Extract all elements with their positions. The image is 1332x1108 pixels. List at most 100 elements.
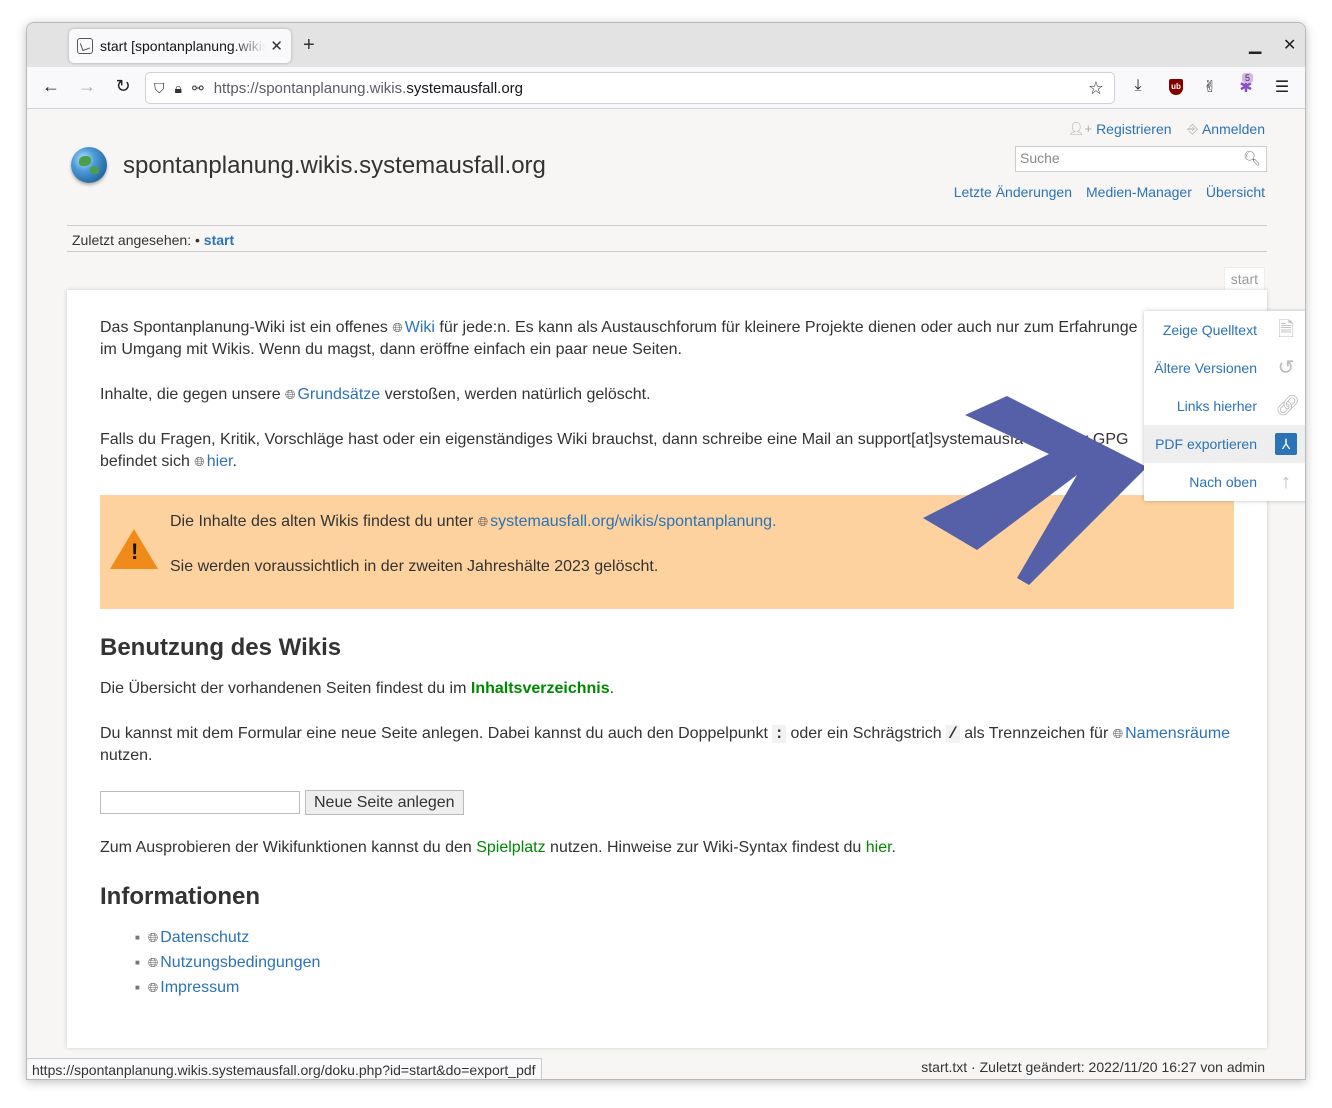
export-pdf-button[interactable]: PDF exportieren ⅄ [1144,425,1305,463]
browser-tab[interactable]: start [spontanplanung.wikis.systemausfal… [69,29,291,63]
login-icon: ⎆ [1187,121,1198,136]
lock-icon[interactable]: 🔒︎ [175,80,182,97]
divider [67,225,1267,226]
intro-paragraph: Das Spontanplanung-Wiki ist ein offenes … [100,317,1138,361]
index-link[interactable]: Inhaltsverzeichnis [471,680,610,697]
text: . [232,453,237,470]
principles-link[interactable]: Grundsätze [297,386,380,403]
globe-icon: 🌐︎ [147,980,159,995]
tab-title: start [spontanplanung.wikis.systemausfal… [100,38,266,54]
new-page-button[interactable]: Neue Seite anlegen [305,790,464,815]
globe-icon: 🌐︎ [147,955,159,970]
close-tab-icon[interactable]: ✕ [270,37,283,55]
text: Falls du Fragen, Kritik, Vorschläge hast… [100,431,1024,448]
text: oder ein Schrägstrich [790,725,942,742]
globe-icon: 🌐︎ [194,454,205,469]
new-page-input[interactable] [100,791,300,814]
page-tool-label: Ältere Versionen [1154,360,1257,376]
show-source-button[interactable]: Zeige Quelltext 🗎︎ [1144,311,1305,349]
list-item: 🌐︎Datenschutz [135,926,320,951]
breadcrumb-item-start[interactable]: start [204,232,234,248]
arrow-up-icon: ↑ [1281,471,1291,493]
minimize-icon[interactable]: ▁ [1249,35,1261,55]
old-revisions-button[interactable]: Ältere Versionen ↺ [1144,349,1305,387]
forward-icon[interactable]: → [75,76,99,97]
old-wiki-link[interactable]: systemausfall.org/wikis/spontanplanung. [490,513,776,530]
user-tools: 👤︎+ Registrieren ⎆ Anmelden [1068,121,1265,137]
browser-window: start [spontanplanung.wikis.systemausfal… [26,22,1306,1080]
search-placeholder: Suche [1020,150,1060,166]
download-icon[interactable]: ⤓ [1127,77,1149,95]
permissions-icon[interactable]: ⚯ [192,80,204,97]
text: nutzen. Hinweise zur Wiki-Syntax findest… [550,839,862,856]
privacy-link[interactable]: Datenschutz [160,929,249,946]
wiki-page: spontanplanung.wikis.systemausfall.org 👤… [27,110,1305,1079]
recent-changes-link[interactable]: Letzte Änderungen [954,184,1072,200]
reload-icon[interactable]: ↻ [111,76,135,97]
wiki-logo[interactable] [71,147,107,183]
text: befindet sich [100,453,190,470]
extension-icon[interactable]: ✌ [1199,77,1221,97]
tab-bar: start [spontanplanung.wikis.systemausfal… [27,23,1305,67]
syntax-link[interactable]: hier [866,839,892,856]
close-window-icon[interactable]: ✕ [1283,35,1296,55]
breadcrumb: Zuletzt angesehen: • start [72,232,234,248]
info-list: 🌐︎Datenschutz 🌐︎Nutzungsbedingungen 🌐︎Im… [135,926,321,1001]
backlinks-button[interactable]: Links hierher 🔗︎ [1144,387,1305,425]
page-tool-label: PDF exportieren [1155,436,1257,452]
site-title[interactable]: spontanplanung.wikis.systemausfall.org [123,152,546,180]
site-tools: Letzte Änderungen Medien-Manager Übersic… [954,184,1265,200]
namespaces-link[interactable]: Namensräume [1125,725,1230,742]
code-colon: : [772,725,787,743]
text: Das Spontanplanung-Wiki ist ein offenes [100,319,388,336]
page-tool-label: Zeige Quelltext [1162,322,1257,338]
page-tools: Zeige Quelltext 🗎︎ Ältere Versionen ↺ Li… [1144,311,1305,501]
register-link[interactable]: 👤︎+ Registrieren [1068,121,1172,137]
usage-paragraph-3: Zum Ausprobieren der Wikifunktionen kann… [100,837,896,859]
text: für jede:n. Es kann als Austauschforum f… [439,319,1138,336]
text: Die Inhalte des alten Wikis findest du u… [170,513,474,530]
heading-info: Informationen [100,883,260,910]
extension-badge: 5 [1242,73,1254,83]
playground-link[interactable]: Spielplatz [476,839,545,856]
usage-paragraph-2: Du kannst mit dem Formular eine neue Sei… [100,723,1230,767]
url-bar[interactable]: ⛉ 🔒︎ ⚯ https://spontanplanung.wikis. syst… [145,72,1115,104]
note-line-2: Sie werden voraussichtlich in der zweite… [170,558,659,575]
annotation-arrow-icon [923,396,1147,585]
sitemap-link[interactable]: Übersicht [1206,184,1265,200]
login-link[interactable]: ⎆ Anmelden [1188,121,1265,137]
heading-usage: Benutzung des Wikis [100,634,342,661]
divider [67,251,1267,252]
back-icon[interactable]: ← [39,76,63,97]
gpg-link[interactable]: hier [207,453,233,470]
back-to-top-button[interactable]: Nach oben ↑ [1144,463,1305,501]
media-manager-link[interactable]: Medien-Manager [1086,184,1192,200]
register-label: Registrieren [1096,121,1172,137]
history-icon: ↺ [1277,357,1295,379]
wiki-link[interactable]: Wiki [405,319,435,336]
imprint-link[interactable]: Impressum [160,979,239,996]
terms-link[interactable]: Nutzungsbedingungen [160,954,320,971]
text: im Umgang mit Wikis. Wenn du magst, dann… [100,341,682,358]
bookmark-star-icon[interactable]: ☆ [1088,78,1104,99]
search-icon[interactable]: 🔍︎ [1243,150,1261,167]
text: Inhalte, die gegen unsere [100,386,281,403]
warning-mark: ! [131,539,139,564]
globe-icon: 🌐︎ [392,320,403,335]
globe-icon: 🌐︎ [477,514,489,529]
search-input[interactable]: Suche 🔍︎ [1015,146,1267,172]
link-icon: 🔗︎ [1275,395,1301,417]
ublock-icon[interactable]: ub [1169,79,1183,95]
text: Zum Ausprobieren der Wikifunktionen kann… [100,839,472,856]
rules-paragraph: Inhalte, die gegen unsere 🌐︎ Grundsätze v… [100,384,651,406]
breadcrumb-separator: • [194,232,200,248]
globe-icon: 🌐︎ [285,387,296,402]
new-tab-icon[interactable]: + [303,34,315,57]
usage-paragraph-1: Die Übersicht der vorhandenen Seiten fin… [100,678,614,700]
shield-icon[interactable]: ⛉ [154,80,165,97]
list-item: 🌐︎Impressum [135,976,320,1001]
text: Du kannst mit dem Formular eine neue Sei… [100,725,768,742]
pdf-icon: ⅄ [1275,433,1297,455]
page-tool-label: Nach oben [1189,474,1257,490]
menu-icon[interactable]: ☰ [1271,77,1293,97]
